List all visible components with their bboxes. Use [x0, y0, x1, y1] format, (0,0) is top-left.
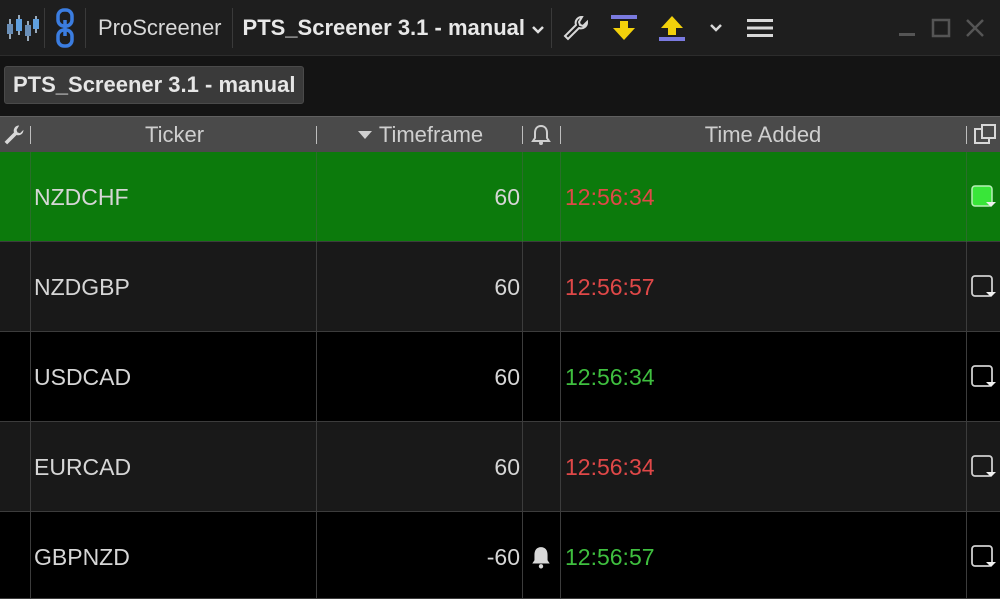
column-header-timeframe[interactable]: Timeframe	[318, 117, 522, 153]
ticker-cell: NZDCHF	[34, 183, 129, 210]
bell-icon	[524, 512, 558, 599]
time-added-cell: 12:56:34	[565, 363, 655, 390]
ticker-cell: NZDGBP	[34, 273, 130, 300]
timeframe-cell: 60	[494, 183, 520, 210]
download-icon[interactable]	[600, 0, 648, 56]
column-header-time-added[interactable]: Time Added	[562, 117, 964, 153]
menu-icon[interactable]	[736, 0, 784, 56]
table-row[interactable]: USDCAD 60 12:56:34	[0, 332, 1000, 422]
time-added-cell: 12:56:34	[565, 453, 655, 480]
timeframe-cell: 60	[494, 273, 520, 300]
bell-icon[interactable]	[524, 117, 558, 153]
table-row[interactable]: NZDCHF 60 12:56:34	[0, 152, 1000, 242]
screener-selector[interactable]: PTS_Screener 3.1 - manual	[233, 15, 551, 41]
candlestick-icon[interactable]	[0, 0, 44, 56]
wrench-icon[interactable]	[552, 0, 600, 56]
column-config-icon[interactable]	[970, 117, 1000, 153]
timeframe-cell: 60	[494, 453, 520, 480]
row-checkbox[interactable]	[968, 152, 1000, 242]
link-chain-icon[interactable]	[45, 0, 85, 56]
table-row[interactable]: EURCAD 60 12:56:34	[0, 422, 1000, 512]
title-bar: ProScreener PTS_Screener 3.1 - manual	[0, 0, 1000, 56]
column-header-timeframe-label: Timeframe	[378, 122, 484, 147]
table-row[interactable]: NZDGBP 60 12:56:57	[0, 242, 1000, 332]
timeframe-cell: 60	[494, 363, 520, 390]
column-header: Ticker Timeframe Time Added	[0, 116, 1000, 152]
row-checkbox[interactable]	[968, 332, 1000, 422]
app-name[interactable]: ProScreener	[86, 15, 232, 41]
time-added-cell: 12:56:34	[565, 183, 655, 210]
ticker-cell: EURCAD	[34, 453, 132, 480]
row-checkbox[interactable]	[968, 512, 1000, 599]
row-checkbox[interactable]	[968, 422, 1000, 512]
row-checkbox[interactable]	[968, 242, 1000, 332]
screener-tab-bar: PTS_Screener 3.1 - manual	[0, 56, 1000, 116]
screener-name: PTS_Screener 3.1 - manual	[242, 14, 525, 40]
close-icon[interactable]	[958, 0, 992, 56]
more-chevron-down-icon[interactable]	[696, 0, 736, 56]
sort-descending-icon	[357, 129, 373, 141]
ticker-cell: USDCAD	[34, 363, 132, 390]
time-added-cell: 12:56:57	[565, 273, 655, 300]
screener-tab[interactable]: PTS_Screener 3.1 - manual	[4, 66, 305, 104]
chevron-down-icon	[531, 15, 545, 41]
upload-icon[interactable]	[648, 0, 696, 56]
time-added-cell: 12:56:57	[565, 543, 655, 570]
column-settings-wrench-icon[interactable]	[2, 117, 28, 153]
ticker-cell: GBPNZD	[34, 543, 130, 570]
timeframe-cell: -60	[486, 543, 520, 570]
table-row[interactable]: GBPNZD -60 12:56:57	[0, 512, 1000, 599]
minimize-icon[interactable]	[890, 0, 924, 56]
maximize-icon[interactable]	[924, 0, 958, 56]
column-header-ticker[interactable]: Ticker	[31, 117, 318, 153]
